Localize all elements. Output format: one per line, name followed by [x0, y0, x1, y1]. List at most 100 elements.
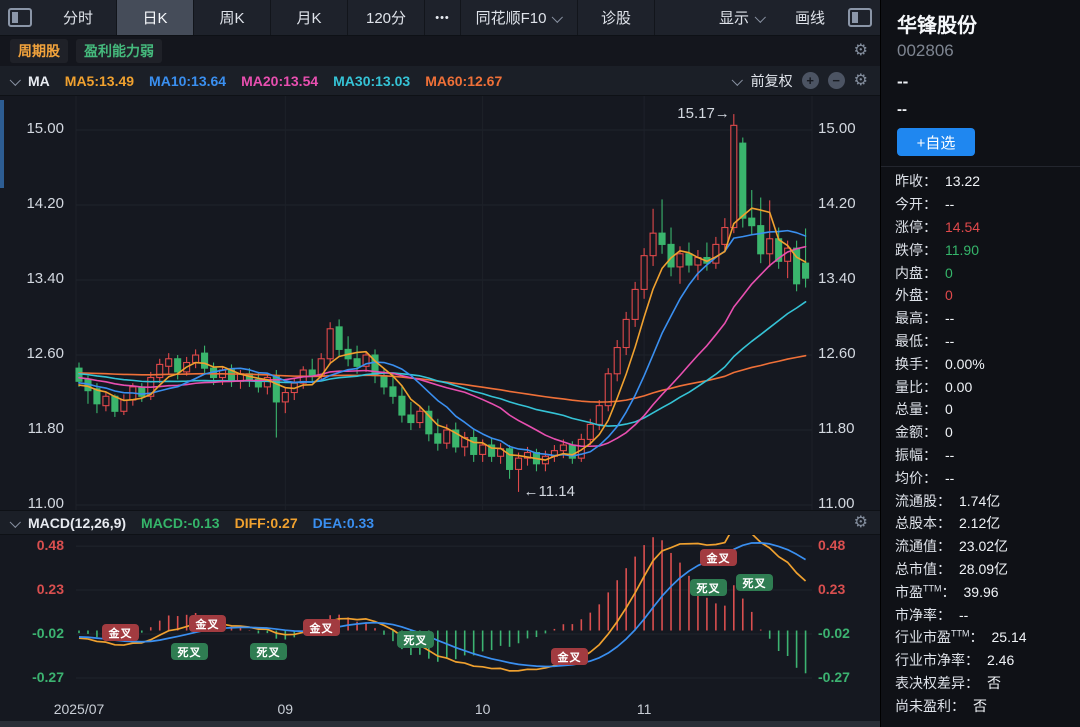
panel-layout-icon — [8, 8, 32, 27]
chevron-down-icon[interactable] — [10, 516, 21, 527]
stat-row: 量比：0.00 — [881, 375, 1080, 398]
ma-values: MA5:13.49MA10:13.64MA20:13.54MA30:13.03M… — [65, 73, 517, 89]
tab-diagnose-stock[interactable]: 诊股 — [578, 0, 655, 35]
more-periods-button[interactable]: ••• — [425, 0, 461, 35]
macd-value: DEA:0.33 — [313, 515, 374, 531]
period-tab[interactable]: 分时 — [40, 0, 117, 35]
add-watchlist-button[interactable]: +自选 — [897, 128, 975, 156]
stat-value: 11.90 — [945, 242, 979, 258]
stat-value: -- — [945, 470, 954, 486]
stock-code: 002806 — [897, 41, 954, 61]
stat-row: 行业市净率：2.46 — [881, 649, 1080, 672]
stat-row: 总量：0 — [881, 398, 1080, 421]
gear-icon[interactable]: ⚙ — [854, 515, 868, 531]
chevron-down-icon — [552, 11, 563, 22]
stat-value: 否 — [987, 673, 1001, 693]
macd-value: DIFF:0.27 — [235, 515, 298, 531]
stat-value: 39.96 — [964, 584, 999, 600]
stat-value: 13.22 — [945, 173, 980, 189]
zoom-out-icon[interactable]: − — [828, 72, 845, 89]
stat-label: 金额： — [895, 422, 937, 442]
stat-row: 最低： -- — [881, 330, 1080, 353]
display-menu-button[interactable]: 显示 — [704, 0, 780, 35]
period-tab[interactable]: 120分 — [348, 0, 425, 35]
stat-value: 25.14 — [992, 629, 1027, 645]
ma-value: MA10:13.64 — [149, 73, 226, 89]
ma-title: MA — [28, 73, 50, 89]
stat-label: 最高： — [895, 308, 937, 328]
stat-row: 跌停：11.90 — [881, 238, 1080, 261]
stat-row: 今开： -- — [881, 193, 1080, 216]
period-tabs: 分时日K周K月K120分 — [40, 0, 425, 35]
period-tab[interactable]: 月K — [271, 0, 348, 35]
stat-value: 0 — [945, 424, 953, 440]
price-change: -- — [897, 101, 907, 118]
macd-value: MACD:-0.13 — [141, 515, 220, 531]
stock-tag[interactable]: 周期股 — [10, 39, 68, 63]
adjust-controls: 前复权 + − ⚙ — [734, 71, 868, 91]
period-tab[interactable]: 日K — [117, 0, 194, 35]
zoom-in-icon[interactable]: + — [802, 72, 819, 89]
stat-row: 市净率： -- — [881, 603, 1080, 626]
stat-label: 总市值： — [895, 559, 951, 579]
time-axis-label: 11 — [604, 701, 684, 717]
stat-label: 表决权差异： — [895, 673, 979, 693]
sidebar-toggle-button-right[interactable] — [840, 0, 880, 35]
stat-value: -- — [945, 333, 954, 349]
stat-label: 涨停： — [895, 217, 937, 237]
stat-value: 23.02亿 — [959, 536, 1008, 556]
draw-line-button[interactable]: 画线 — [780, 0, 840, 35]
sidebar-toggle-button-left[interactable] — [0, 0, 40, 35]
stat-value: 14.54 — [945, 219, 980, 235]
toolbar: 分时日K周K月K120分 ••• 同花顺F10 诊股 显示 画线 — [0, 0, 880, 36]
stat-row: 涨停： 14.54 — [881, 216, 1080, 239]
adjust-mode-label[interactable]: 前复权 — [751, 71, 793, 91]
stat-value: 2.12亿 — [959, 513, 1000, 533]
sidebar-divider — [881, 166, 1080, 167]
gear-icon[interactable]: ⚙ — [854, 73, 868, 89]
stat-row: 表决权差异： 否 — [881, 672, 1080, 695]
stat-value: -- — [959, 607, 968, 623]
stat-label: 行业市盈TTM： — [895, 627, 984, 647]
chevron-down-icon[interactable] — [10, 74, 21, 85]
stat-label: 振幅： — [895, 445, 937, 465]
stat-value: 0.00% — [945, 356, 985, 372]
stat-value: -- — [945, 310, 954, 326]
period-tab[interactable]: 周K — [194, 0, 271, 35]
stat-value: 0 — [945, 287, 953, 303]
stat-row: 市盈TTM： 39.96 — [881, 580, 1080, 603]
ma-value: MA30:13.03 — [333, 73, 410, 89]
stat-value: 1.74亿 — [959, 491, 1000, 511]
stat-label: 流通值： — [895, 536, 951, 556]
toolbar-spacer — [655, 0, 704, 35]
gear-icon[interactable]: ⚙ — [854, 43, 868, 59]
stock-tag[interactable]: 盈利能力弱 — [76, 39, 162, 63]
stat-row: 总股本：2.12亿 — [881, 512, 1080, 535]
tab-ths-f10[interactable]: 同花顺F10 — [461, 0, 578, 35]
stat-value: 0.00 — [945, 379, 972, 395]
stat-row: 行业市盈TTM： 25.14 — [881, 626, 1080, 649]
stat-label: 内盘： — [895, 263, 937, 283]
candlestick-chart[interactable] — [0, 96, 880, 510]
time-axis-label: 2025/07 — [39, 701, 119, 717]
macd-title: MACD(12,26,9) — [28, 515, 126, 531]
stat-row: 金额： 0 — [881, 421, 1080, 444]
stat-label: 今开： — [895, 194, 937, 214]
macd-chart[interactable] — [0, 535, 880, 700]
left-scroll-indicator[interactable] — [0, 100, 4, 188]
chart-panel: 分时日K周K月K120分 ••• 同花顺F10 诊股 显示 画线 周期股盈利能力… — [0, 0, 880, 727]
stat-label: 昨收： — [895, 171, 937, 191]
stat-row: 振幅： -- — [881, 444, 1080, 467]
stat-row: 尚未盈利：否 — [881, 694, 1080, 717]
stat-value: -- — [945, 447, 954, 463]
stat-label: 最低： — [895, 331, 937, 351]
stat-row: 外盘：0 — [881, 284, 1080, 307]
stat-row: 流通值： 23.02亿 — [881, 535, 1080, 558]
macd-settings: ⚙ — [854, 515, 868, 531]
stat-label: 市盈TTM： — [895, 582, 956, 602]
stat-value: 0 — [945, 401, 953, 417]
stat-value: -- — [945, 196, 954, 212]
stat-row: 昨收： 13.22 — [881, 170, 1080, 193]
chevron-down-icon[interactable] — [731, 74, 742, 85]
stat-label: 市净率： — [895, 605, 951, 625]
